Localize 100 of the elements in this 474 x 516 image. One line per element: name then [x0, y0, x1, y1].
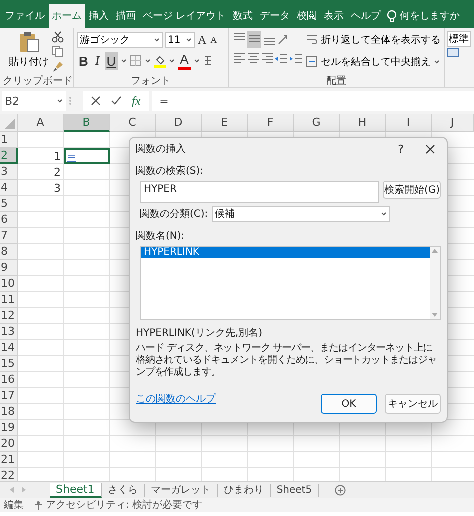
row-header[interactable]: 18	[0, 404, 18, 420]
ribbon-tab[interactable]: 表示	[321, 4, 348, 28]
row-header[interactable]: 7	[0, 228, 18, 244]
sheet-tab[interactable]: ひまわり	[218, 484, 271, 496]
row-header[interactable]: 17	[0, 388, 18, 404]
merge-icon[interactable]	[306, 56, 318, 68]
column-header[interactable]: E	[202, 114, 248, 132]
row-header[interactable]: 8	[0, 244, 18, 260]
row-header[interactable]: 22	[0, 468, 18, 481]
row-header[interactable]: 5	[0, 196, 18, 212]
category-select[interactable]: 候補	[212, 206, 390, 222]
row-header[interactable]: 21	[0, 452, 18, 468]
search-button[interactable]: 検索開始(G)	[383, 181, 441, 199]
wrap-text-button[interactable]: 折り返して全体を表示する	[321, 33, 441, 47]
function-description: ハード ディスク、ネットワーク サーバー、またはインターネット上に格納されているドキュメントを開くために、ショートカットまたはジャンプを作成します。	[136, 343, 438, 379]
paste-button[interactable]: 貼り付け	[9, 55, 49, 69]
grow-font-button[interactable]: A	[197, 31, 208, 49]
ribbon-tab[interactable]: 描画	[113, 4, 139, 28]
scroll-down-icon[interactable]	[432, 313, 438, 317]
active-cell[interactable]: =	[64, 148, 110, 164]
scissors-icon[interactable]	[52, 31, 64, 43]
formula-input[interactable]: =	[152, 91, 474, 111]
row-header[interactable]: 2	[0, 148, 18, 164]
row-header[interactable]: 4	[0, 180, 18, 196]
column-header[interactable]: C	[110, 114, 156, 132]
column-header[interactable]: I	[386, 114, 432, 132]
field-label: 関数名(N):	[136, 230, 186, 243]
align-left-icon[interactable]	[232, 52, 245, 66]
merge-center-button[interactable]: セルを結合して中央揃え	[321, 55, 431, 69]
ribbon-tab[interactable]: ヘルプ	[348, 4, 384, 28]
help-link[interactable]: この関数のヘルプ	[136, 392, 216, 406]
font-size-select[interactable]: 11	[165, 32, 195, 48]
column-header[interactable]: B	[64, 114, 110, 132]
row-header[interactable]: 9	[0, 260, 18, 276]
increase-indent-icon[interactable]	[289, 52, 303, 66]
sheet-tab[interactable]: Sheet1	[50, 482, 102, 498]
font-name-select[interactable]: 游ゴシック	[77, 32, 163, 48]
row-header[interactable]: 10	[0, 276, 18, 292]
ribbon-tab[interactable]: 校閲	[294, 4, 320, 28]
accessibility-status[interactable]: アクセシビリティ: 検討が必要です	[46, 498, 203, 512]
add-sheet-icon[interactable]	[335, 484, 346, 496]
italic-button[interactable]: I	[93, 52, 102, 70]
column-header[interactable]: F	[248, 114, 294, 132]
ribbon-tab[interactable]: ファイル	[2, 4, 48, 28]
row-header[interactable]: 19	[0, 420, 18, 436]
row-header[interactable]: 15	[0, 356, 18, 372]
row-header[interactable]: 13	[0, 324, 18, 340]
row-header[interactable]: 14	[0, 340, 18, 356]
column-header[interactable]: G	[294, 114, 340, 132]
lightbulb-icon	[387, 10, 398, 22]
search-field[interactable]: HYPER	[140, 181, 380, 203]
column-header[interactable]: A	[18, 114, 64, 132]
row-header[interactable]: 3	[0, 164, 18, 180]
column-header[interactable]: D	[156, 114, 202, 132]
sheet-tab[interactable]: さくら	[102, 484, 145, 496]
drag-handle-icon	[69, 96, 72, 106]
row-header[interactable]: 1	[0, 132, 18, 148]
row-header[interactable]: 6	[0, 212, 18, 228]
name-box[interactable]: B2	[2, 91, 66, 111]
wrap-text-icon[interactable]	[306, 34, 318, 46]
row-header[interactable]: 12	[0, 308, 18, 324]
align-right-icon[interactable]	[260, 52, 273, 66]
fill-color-icon[interactable]	[154, 54, 166, 68]
table-cell: 3	[54, 182, 61, 194]
paste-icon[interactable]	[18, 31, 40, 53]
column-header[interactable]: J	[432, 114, 474, 132]
ribbon-tab[interactable]: 挿入	[86, 4, 112, 28]
bold-button[interactable]: B	[77, 52, 90, 70]
sheet-tab[interactable]: Sheet5	[270, 484, 320, 496]
field-label: 関数の分類(C):	[140, 208, 208, 221]
orientation-icon[interactable]	[277, 34, 289, 46]
help-button[interactable]: ?	[398, 142, 404, 156]
cancel-button[interactable]: キャンセル	[385, 394, 441, 414]
ok-button[interactable]: OK	[321, 394, 377, 414]
align-center-icon[interactable]	[246, 52, 259, 66]
row-header[interactable]: 20	[0, 436, 18, 452]
ribbon-tab[interactable]: データ	[257, 4, 294, 28]
font-color-button[interactable]: A	[178, 52, 191, 70]
number-format-select[interactable]: 標準	[447, 31, 471, 47]
close-icon[interactable]	[426, 144, 435, 154]
tell-me-field[interactable]: 何をしますか	[400, 9, 460, 23]
ribbon-tab[interactable]: ホーム	[49, 4, 85, 28]
table-cell: 1	[54, 150, 61, 162]
scroll-up-icon[interactable]	[432, 249, 438, 253]
cancel-icon[interactable]	[91, 96, 101, 106]
align-middle-icon[interactable]	[247, 31, 261, 48]
shrink-font-button[interactable]: A	[210, 31, 218, 49]
field-label: 関数の検索(S):	[136, 164, 205, 178]
brush-icon[interactable]	[52, 61, 64, 73]
row-header[interactable]: 11	[0, 292, 18, 308]
row-header[interactable]: 16	[0, 372, 18, 388]
sheet-tab[interactable]: マーガレット	[144, 484, 218, 496]
function-list-item[interactable]: HYPERLINK	[141, 247, 430, 258]
ribbon-tab[interactable]: ページ レイアウト	[140, 4, 230, 28]
column-header[interactable]: H	[340, 114, 386, 132]
ribbon-tab[interactable]: 数式	[230, 4, 256, 28]
enter-icon[interactable]	[111, 96, 122, 106]
insert-function-button[interactable]: fx	[132, 94, 141, 108]
decrease-indent-icon[interactable]	[274, 52, 288, 66]
underline-button[interactable]: U	[104, 52, 118, 70]
